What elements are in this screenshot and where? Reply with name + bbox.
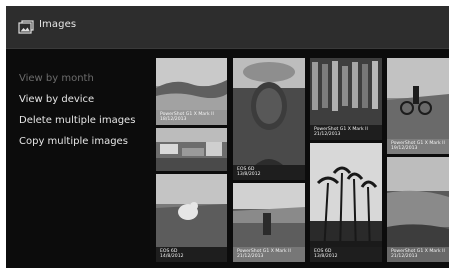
- photo-caption: PowerShot G1 X Mark II 19/12/2013: [387, 138, 449, 154]
- menu-item-view-by-month[interactable]: View by month: [19, 68, 135, 89]
- page-title: Images: [39, 19, 77, 30]
- images-screen: Images View by month View by device Dele…: [6, 6, 449, 268]
- side-menu: View by month View by device Delete mult…: [19, 68, 135, 152]
- photo-palm-trees: [310, 143, 382, 262]
- photo-caption: EOS 6D 14/8/2012: [156, 246, 227, 262]
- photo-tile[interactable]: PowerShot G1 X Mark II 18/12/2013: [156, 58, 227, 125]
- menu-item-view-by-device[interactable]: View by device: [19, 89, 135, 110]
- photo-village-houses: [156, 128, 227, 171]
- menu-item-delete-multiple-images[interactable]: Delete multiple images: [19, 110, 135, 131]
- photo-caption: EOS 6D 13/8/2012: [310, 246, 382, 262]
- photo-tile[interactable]: EOS 6D 14/8/2012: [156, 174, 227, 262]
- header-bar: Images: [6, 6, 449, 49]
- photo-caption: PowerShot G1 X Mark II 21/12/2013: [233, 246, 305, 262]
- photo-tile[interactable]: PowerShot G1 X Mark II 19/12/2013: [387, 58, 449, 154]
- photo-tile[interactable]: PowerShot G1 X Mark II 21/12/2013: [233, 183, 305, 262]
- menu-item-copy-multiple-images[interactable]: Copy multiple images: [19, 131, 135, 152]
- photo-tile[interactable]: EOS 6D 13/8/2012: [310, 143, 382, 262]
- images-icon: [18, 20, 34, 34]
- photo-caption: PowerShot G1 X Mark II 21/12/2013: [310, 124, 382, 140]
- photo-tile[interactable]: PowerShot G1 X Mark II 21/12/2013: [310, 58, 382, 140]
- photo-caption: PowerShot G1 X Mark II 21/12/2013: [387, 246, 449, 262]
- photo-tile[interactable]: EOS 6D 13/8/2012: [233, 58, 305, 180]
- photo-woman-portrait: [233, 58, 305, 180]
- photo-caption: EOS 6D 13/8/2012: [233, 164, 305, 180]
- photo-caption: PowerShot G1 X Mark II 18/12/2013: [156, 109, 227, 125]
- photo-tile[interactable]: PowerShot G1 X Mark II 21/12/2013: [387, 157, 449, 262]
- photo-tile[interactable]: [156, 128, 227, 171]
